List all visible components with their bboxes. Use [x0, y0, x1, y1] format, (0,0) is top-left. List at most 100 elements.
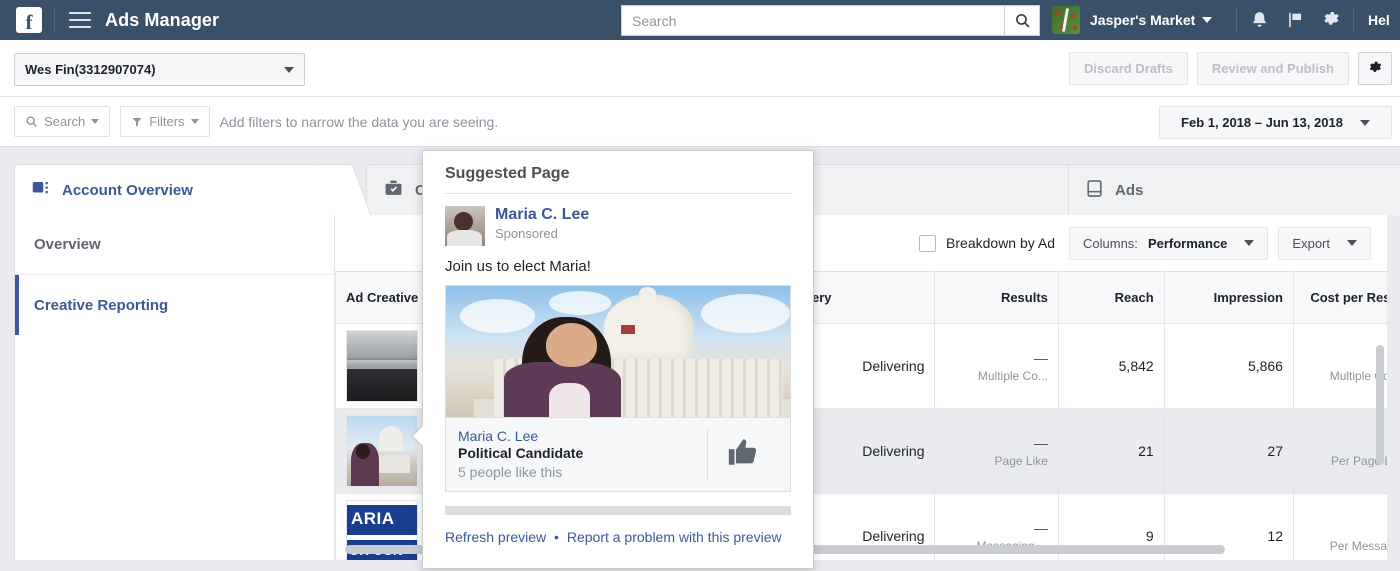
card-category: Political Candidate: [458, 445, 584, 462]
columns-value: Performance: [1147, 235, 1228, 251]
vertical-scrollbar[interactable]: [1376, 345, 1384, 465]
search-filter-label: Search: [44, 114, 86, 129]
tab-label: Account Overview: [62, 181, 193, 199]
flag-icon[interactable]: [1277, 0, 1313, 40]
impressions-cell: 27: [1163, 408, 1294, 494]
chevron-down-icon: [1244, 240, 1255, 246]
results-value: —: [1033, 519, 1048, 536]
ad-account-name: Wes Fin(3312907074): [25, 62, 156, 77]
col-impressions[interactable]: Impression: [1163, 271, 1294, 324]
bell-icon[interactable]: [1241, 0, 1277, 40]
ad-icon: [1085, 179, 1104, 202]
filter-hint-text: Add filters to narrow the data you are s…: [219, 113, 499, 130]
cost-value: —: [1304, 350, 1387, 366]
col-results[interactable]: Results: [934, 271, 1059, 324]
business-account-switcher[interactable]: Jasper's Market: [1052, 6, 1213, 34]
sidebar-item-creative-reporting[interactable]: Creative Reporting: [15, 275, 334, 335]
thumbs-up-icon[interactable]: [726, 435, 760, 474]
reach-cell: 21: [1057, 408, 1165, 494]
app-title: Ads Manager: [105, 9, 220, 30]
gear-icon[interactable]: [1313, 0, 1349, 40]
cost-value: —: [1304, 435, 1387, 451]
popup-pointer: [413, 426, 423, 446]
preview-progress-bar: [445, 506, 791, 515]
news-photo-thumb[interactable]: [346, 330, 418, 402]
impressions-cell: 5,866: [1163, 323, 1294, 409]
chevron-down-icon: [1359, 119, 1370, 126]
preview-body-text: Join us to elect Maria!: [445, 258, 591, 275]
preview-link-card[interactable]: Maria C. Lee Political Candidate 5 peopl…: [445, 285, 791, 492]
cost-value: —: [1304, 520, 1387, 536]
global-search[interactable]: [621, 5, 1040, 36]
sidebar-item-overview[interactable]: Overview: [15, 215, 334, 275]
columns-prefix: Columns:: [1083, 235, 1138, 251]
columns-dropdown[interactable]: Columns: Performance: [1069, 226, 1269, 260]
chevron-down-icon: [190, 119, 199, 124]
link-separator: •: [554, 529, 559, 545]
overview-icon: [31, 179, 51, 201]
search-submit-icon[interactable]: [1004, 5, 1040, 36]
tab-ads[interactable]: Ads: [1068, 164, 1400, 216]
report-problem-link[interactable]: Report a problem with this preview: [567, 529, 782, 545]
refresh-preview-link[interactable]: Refresh preview: [445, 529, 546, 545]
search-input[interactable]: [621, 5, 1004, 36]
preview-footer-links: Refresh preview • Report a problem with …: [423, 515, 813, 559]
chevron-down-icon: [91, 119, 100, 124]
date-range-value: Feb 1, 2018 – Jun 13, 2018: [1181, 115, 1343, 130]
breakdown-by-ad-checkbox[interactable]: [919, 234, 937, 252]
filters-button[interactable]: Filters: [120, 106, 210, 137]
results-subtext: Page Like: [994, 453, 1048, 468]
cost-subtext: Per Messagi...: [1329, 538, 1387, 553]
filters-label: Filters: [149, 114, 185, 129]
cost-per-result-cell: — Per Messagi...: [1292, 493, 1387, 560]
card-page-name[interactable]: Maria C. Lee: [458, 428, 707, 446]
hamburger-menu-icon[interactable]: [69, 12, 91, 28]
account-toolbar: Wes Fin(3312907074) Discard Drafts Revie…: [0, 40, 1400, 97]
capitol-photo-thumb[interactable]: [346, 415, 418, 487]
facebook-logo-icon[interactable]: f: [16, 7, 42, 33]
settings-gear-button[interactable]: [1358, 52, 1392, 85]
divider: [54, 7, 55, 33]
help-link[interactable]: Hel: [1368, 12, 1390, 28]
chevron-down-icon: [284, 66, 294, 73]
breakdown-by-ad-label: Breakdown by Ad: [946, 235, 1056, 251]
sidebar-item-label: Creative Reporting: [34, 296, 169, 314]
sponsored-label: Sponsored: [495, 225, 558, 241]
preview-card-footer: Maria C. Lee Political Candidate 5 peopl…: [446, 417, 790, 491]
top-navigation-bar: f Ads Manager Jasper's Market: [0, 0, 1400, 40]
results-subtext: Multiple Co...: [977, 368, 1048, 383]
results-cell: — Page Like: [934, 408, 1059, 494]
preview-image: [446, 286, 790, 417]
preview-page-header: Maria C. Lee Sponsored: [423, 194, 813, 246]
tab-label: Ads: [1115, 181, 1144, 199]
ad-account-selector[interactable]: Wes Fin(3312907074): [14, 53, 305, 86]
tab-account-overview[interactable]: Account Overview: [14, 164, 372, 216]
col-cost-per-result[interactable]: Cost per Result: [1292, 271, 1387, 324]
cost-subtext: Per Page Like: [1331, 453, 1387, 468]
reach-cell: 5,842: [1057, 323, 1165, 409]
export-dropdown[interactable]: Export: [1278, 226, 1371, 260]
account-actions: Discard Drafts Review and Publish: [1069, 52, 1392, 85]
card-like-count: 5 people like this: [458, 463, 563, 480]
divider: [707, 428, 708, 481]
chevron-down-icon: [1202, 17, 1213, 23]
col-reach[interactable]: Reach: [1057, 271, 1165, 324]
date-range-picker[interactable]: Feb 1, 2018 – Jun 13, 2018: [1159, 106, 1392, 139]
export-label: Export: [1292, 235, 1330, 251]
search-filter-button[interactable]: Search: [14, 106, 111, 137]
sidebar-item-label: Overview: [34, 236, 101, 253]
chevron-down-icon: [1347, 240, 1357, 246]
top-bar-icons: Hel: [1232, 0, 1390, 40]
ad-preview-popup: Suggested Page Maria C. Lee Sponsored Jo…: [413, 150, 814, 569]
briefcase-check-icon: [383, 179, 404, 202]
cost-subtext: Multiple Con...: [1329, 368, 1387, 383]
results-value: —: [1033, 349, 1048, 366]
reporting-sidebar: Overview Creative Reporting: [15, 215, 335, 560]
cost-per-result-cell: — Per Page Like: [1292, 408, 1387, 494]
avatar: [1052, 6, 1080, 34]
discard-drafts-button[interactable]: Discard Drafts: [1069, 52, 1188, 85]
business-account-name: Jasper's Market: [1090, 12, 1196, 28]
preview-page-name[interactable]: Maria C. Lee: [495, 206, 589, 224]
review-and-publish-button[interactable]: Review and Publish: [1196, 52, 1349, 85]
results-value: —: [1033, 434, 1048, 451]
